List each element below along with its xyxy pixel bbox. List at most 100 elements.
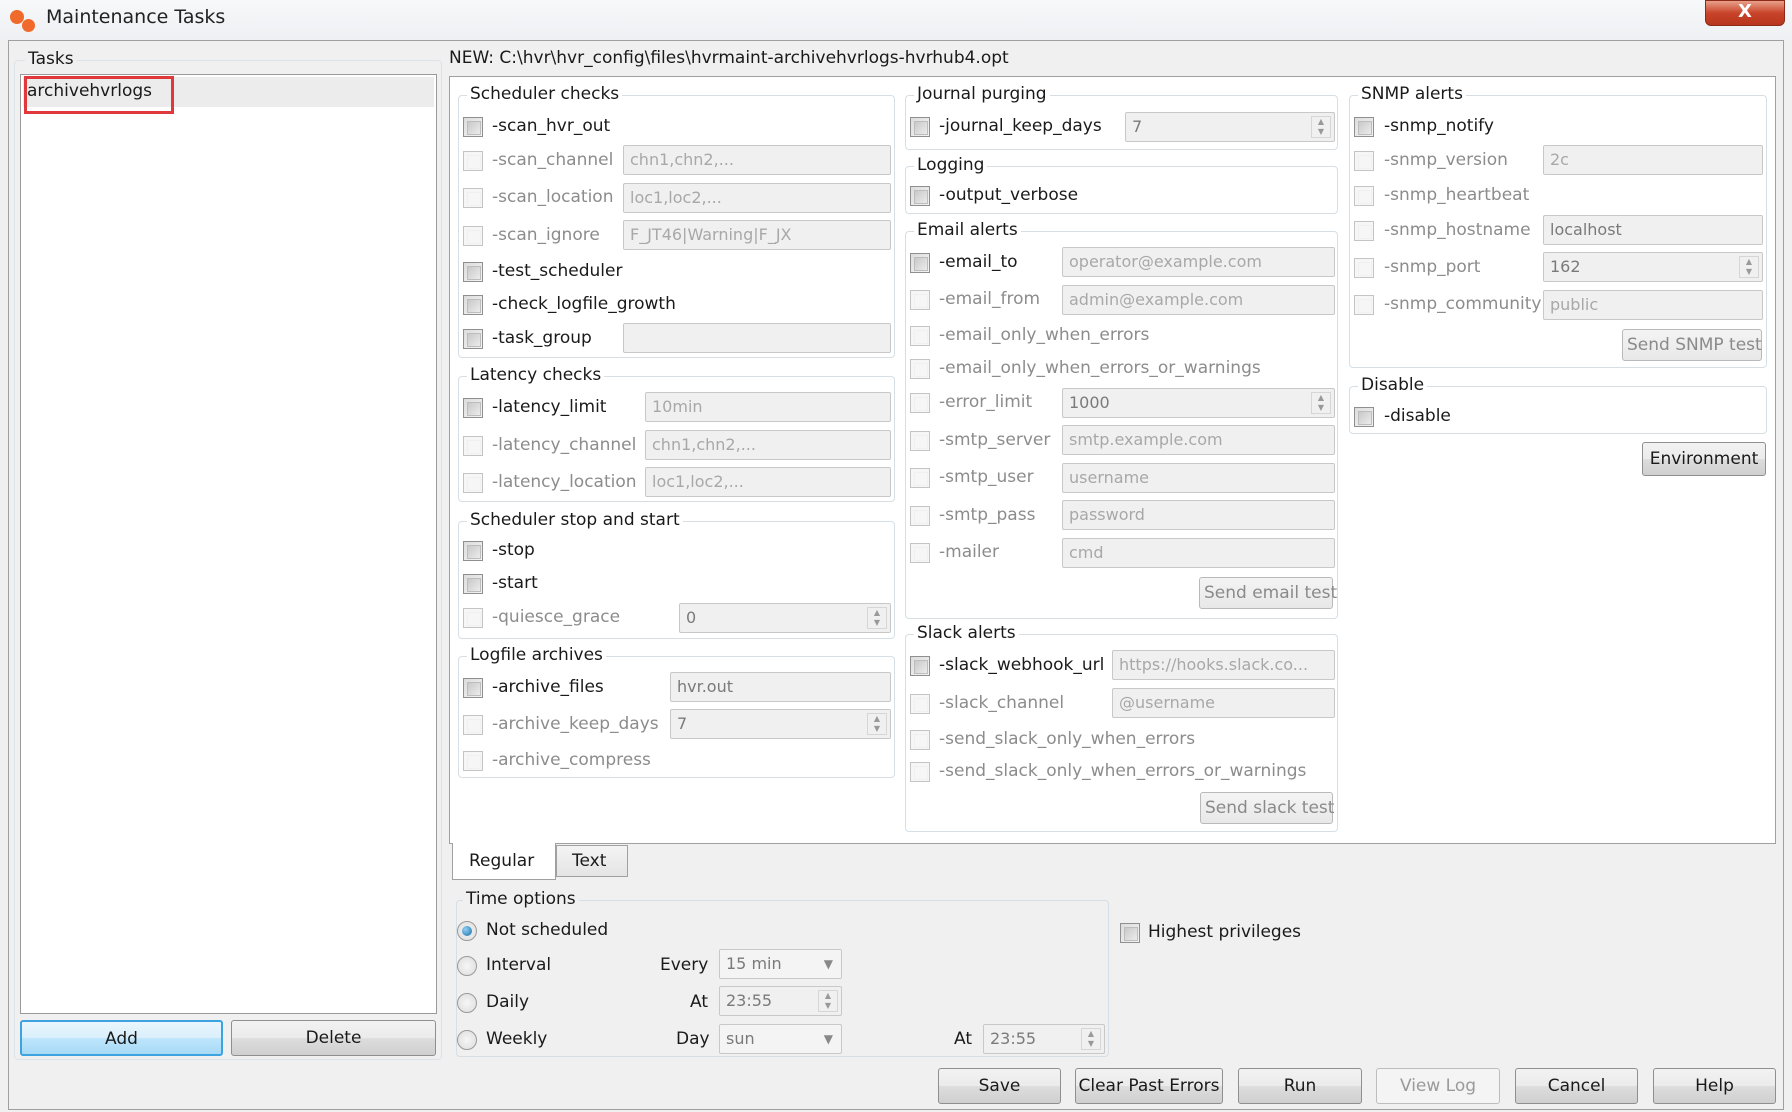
- email-from-input[interactable]: admin@example.com: [1062, 285, 1335, 315]
- send-snmp-test-button[interactable]: Send SNMP test: [1622, 329, 1762, 361]
- cancel-button[interactable]: Cancel: [1515, 1068, 1638, 1104]
- mailer-input[interactable]: cmd: [1062, 538, 1335, 568]
- snmp-community-input[interactable]: public: [1543, 290, 1763, 320]
- highest-privileges-checkbox[interactable]: [1120, 923, 1140, 943]
- snmp-version-checkbox[interactable]: [1354, 151, 1374, 171]
- scan-location-input[interactable]: loc1,loc2,...: [623, 183, 891, 213]
- send-slack-only-when-errors-or-warnings-checkbox[interactable]: [910, 762, 930, 782]
- weekly-at-spinbox[interactable]: 23:55 ▲ ▼: [983, 1024, 1105, 1054]
- title-bar: Maintenance Tasks X: [0, 0, 1792, 40]
- send-slack-test-button[interactable]: Send slack test: [1200, 792, 1334, 824]
- scan-location-checkbox[interactable]: [463, 188, 483, 208]
- snmp-hostname-input[interactable]: localhost: [1543, 215, 1763, 245]
- daily-at-spinbox[interactable]: 23:55 ▲ ▼: [719, 986, 842, 1016]
- save-button[interactable]: Save: [938, 1068, 1061, 1104]
- spin-arrows-icon[interactable]: ▲ ▼: [818, 990, 838, 1012]
- email-to-input[interactable]: operator@example.com: [1062, 247, 1335, 277]
- help-button[interactable]: Help: [1653, 1068, 1776, 1104]
- send-email-test-button[interactable]: Send email test: [1199, 577, 1337, 609]
- smtp-user-input[interactable]: username: [1062, 463, 1335, 493]
- tab-regular[interactable]: Regular: [452, 843, 556, 880]
- send-slack-only-when-errors-checkbox[interactable]: [910, 730, 930, 750]
- close-button[interactable]: X: [1705, 0, 1785, 26]
- slack-webhook-url-checkbox[interactable]: [910, 656, 930, 676]
- latency-channel-checkbox[interactable]: [463, 436, 483, 456]
- smtp-server-checkbox[interactable]: [910, 431, 930, 451]
- snmp-hostname-checkbox[interactable]: [1354, 221, 1374, 241]
- smtp-user-checkbox[interactable]: [910, 468, 930, 488]
- error-limit-label: -error_limit: [939, 392, 1033, 412]
- weekly-radio[interactable]: [457, 1030, 477, 1050]
- snmp-port-spinbox[interactable]: 162 ▲ ▼: [1543, 252, 1763, 282]
- slack-webhook-url-input[interactable]: https://hooks.slack.co...: [1112, 650, 1335, 680]
- scan-channel-checkbox[interactable]: [463, 151, 483, 171]
- test-scheduler-checkbox[interactable]: [463, 262, 483, 282]
- snmp-port-checkbox[interactable]: [1354, 258, 1374, 278]
- snmp-heartbeat-checkbox[interactable]: [1354, 186, 1374, 206]
- journal-keep-days-spinbox[interactable]: 7 ▲ ▼: [1125, 112, 1335, 142]
- output-verbose-checkbox[interactable]: [910, 186, 930, 206]
- spin-arrows-icon[interactable]: ▲ ▼: [1739, 256, 1759, 278]
- spin-arrows-icon[interactable]: ▲ ▼: [1081, 1028, 1101, 1050]
- error-limit-checkbox[interactable]: [910, 393, 930, 413]
- email-to-checkbox[interactable]: [910, 253, 930, 273]
- archive-compress-checkbox[interactable]: [463, 751, 483, 771]
- add-button[interactable]: Add: [20, 1020, 223, 1056]
- task-group-input[interactable]: [623, 323, 891, 353]
- smtp-server-input[interactable]: smtp.example.com: [1062, 425, 1335, 455]
- quiesce-grace-checkbox[interactable]: [463, 608, 483, 628]
- smtp-pass-input[interactable]: password: [1062, 500, 1335, 530]
- daily-radio[interactable]: [457, 993, 477, 1013]
- scan-hvr-out-checkbox[interactable]: [463, 117, 483, 137]
- latency-location-input[interactable]: loc1,loc2,...: [645, 467, 891, 497]
- stop-checkbox[interactable]: [463, 541, 483, 561]
- scan-ignore-checkbox[interactable]: [463, 226, 483, 246]
- clear-past-errors-button[interactable]: Clear Past Errors: [1075, 1068, 1223, 1104]
- archive-keep-days-checkbox[interactable]: [463, 715, 483, 735]
- snmp-community-checkbox[interactable]: [1354, 295, 1374, 315]
- email-only-when-errors-or-warnings-checkbox[interactable]: [910, 359, 930, 379]
- error-limit-spinbox[interactable]: 1000 ▲ ▼: [1062, 388, 1335, 418]
- environment-button[interactable]: Environment: [1642, 442, 1766, 476]
- spin-arrows-icon[interactable]: ▲ ▼: [867, 607, 887, 629]
- disable-checkbox[interactable]: [1354, 407, 1374, 427]
- snmp-notify-checkbox[interactable]: [1354, 117, 1374, 137]
- latency-limit-checkbox[interactable]: [463, 398, 483, 418]
- check-logfile-growth-checkbox[interactable]: [463, 295, 483, 315]
- latency-location-checkbox[interactable]: [463, 473, 483, 493]
- mailer-checkbox[interactable]: [910, 543, 930, 563]
- slack-channel-checkbox[interactable]: [910, 694, 930, 714]
- task-group-label: -task_group: [492, 328, 592, 348]
- weekly-day-select[interactable]: sun ▼: [719, 1024, 842, 1054]
- journal-purging-title: Journal purging: [914, 84, 1050, 104]
- email-only-when-errors-checkbox[interactable]: [910, 326, 930, 346]
- archive-files-input[interactable]: hvr.out: [670, 672, 891, 702]
- archive-files-checkbox[interactable]: [463, 678, 483, 698]
- view-log-button[interactable]: View Log: [1376, 1068, 1500, 1104]
- latency-channel-input[interactable]: chn1,chn2,...: [645, 430, 891, 460]
- snmp-version-input[interactable]: 2c: [1543, 145, 1763, 175]
- spin-arrows-icon[interactable]: ▲ ▼: [1311, 116, 1331, 138]
- archive-keep-days-spinbox[interactable]: 7 ▲ ▼: [670, 709, 891, 739]
- scan-ignore-input[interactable]: F_JT46|Warning|F_JX: [623, 220, 891, 250]
- not-scheduled-radio[interactable]: [457, 921, 477, 941]
- scan-channel-input[interactable]: chn1,chn2,...: [623, 145, 891, 175]
- slack-channel-input[interactable]: @username: [1112, 688, 1335, 718]
- spin-arrows-icon[interactable]: ▲ ▼: [1311, 392, 1331, 414]
- quiesce-grace-spinbox[interactable]: 0 ▲ ▼: [679, 603, 891, 633]
- run-button[interactable]: Run: [1238, 1068, 1362, 1104]
- start-checkbox[interactable]: [463, 574, 483, 594]
- journal-keep-days-checkbox[interactable]: [910, 117, 930, 137]
- interval-radio[interactable]: [457, 956, 477, 976]
- task-list[interactable]: archivehvrlogs: [20, 74, 437, 1014]
- email-from-checkbox[interactable]: [910, 290, 930, 310]
- interval-every-select[interactable]: 15 min ▼: [719, 949, 842, 979]
- task-group-checkbox[interactable]: [463, 329, 483, 349]
- delete-button[interactable]: Delete: [231, 1020, 436, 1056]
- tab-text[interactable]: Text: [556, 845, 628, 877]
- email-from-label: -email_from: [939, 289, 1041, 309]
- smtp-pass-checkbox[interactable]: [910, 506, 930, 526]
- latency-limit-input[interactable]: 10min: [645, 392, 891, 422]
- tab-regular-label: Regular: [469, 851, 535, 871]
- spin-arrows-icon[interactable]: ▲ ▼: [867, 713, 887, 735]
